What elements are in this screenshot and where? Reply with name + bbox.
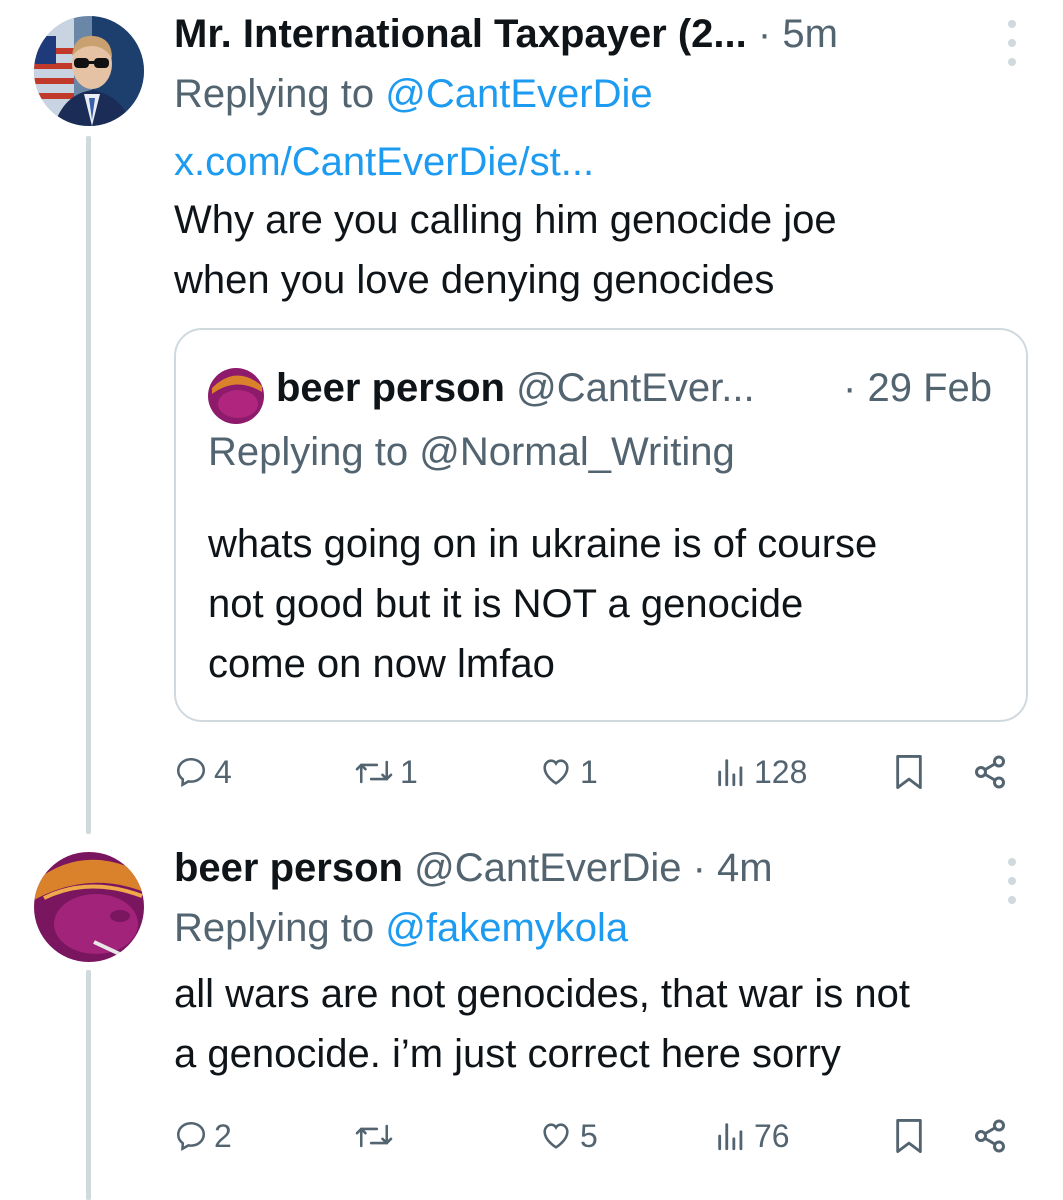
quoted-handle: @CantEver... <box>516 366 755 410</box>
tweet-header: beer person @CantEverDie · 4m <box>174 844 1023 892</box>
like-count: 1 <box>580 753 598 790</box>
quoted-text-line: come on now lmfao <box>208 642 555 686</box>
share-icon <box>975 1119 1005 1153</box>
bookmark-icon <box>896 1118 922 1153</box>
tweet-actions: 2 5 76 <box>174 1108 1034 1164</box>
bookmark-button[interactable] <box>892 744 926 800</box>
repost-button[interactable] <box>354 1108 400 1164</box>
replying-to: Replying to @fakemykola <box>174 904 1023 952</box>
reply-icon <box>176 1121 206 1152</box>
timestamp[interactable]: · 5m <box>758 12 838 56</box>
reply-count: 4 <box>214 753 232 790</box>
reply-button[interactable]: 2 <box>174 1108 232 1164</box>
repost-button[interactable]: 1 <box>354 744 418 800</box>
tweet-text-line: a genocide. i’m just correct here sorry <box>174 1032 841 1076</box>
tweet-text: Why are you calling him genocide joe whe… <box>174 190 1023 310</box>
quoted-text: whats going on in ukraine is of course n… <box>208 514 877 694</box>
repost-icon <box>355 760 393 784</box>
tweet-text-line: when you love denying genocides <box>174 258 775 302</box>
author-name[interactable]: beer person <box>174 846 403 890</box>
bookmark-icon <box>896 755 922 789</box>
quoted-replying-to: Replying to @Normal_Writing <box>208 428 735 476</box>
repost-count: 1 <box>400 753 418 790</box>
views-count: 128 <box>754 753 808 790</box>
tweet-text: all wars are not genocides, that war is … <box>174 964 1023 1084</box>
reply-button[interactable]: 4 <box>174 744 232 800</box>
tweet-actions: 4 1 1 128 <box>174 744 1034 800</box>
avatar-mr-international-taxpayer[interactable] <box>34 16 144 126</box>
quoted-replying-to-handle: @Normal_Writing <box>419 430 735 474</box>
replying-to: Replying to @CantEverDie <box>174 70 1023 118</box>
share-button[interactable] <box>972 744 1008 800</box>
bookmark-button[interactable] <box>892 1108 926 1164</box>
quoted-header: beer person @CantEver... <box>276 364 755 412</box>
views-icon <box>718 759 743 787</box>
reply-count: 2 <box>214 1117 232 1154</box>
tweet-2[interactable]: beer person @CantEverDie · 4m Replying t… <box>0 838 1063 1200</box>
quoted-avatar <box>208 368 264 424</box>
avatar-beer-person[interactable] <box>34 852 144 962</box>
like-icon <box>543 759 569 785</box>
like-count: 5 <box>580 1117 598 1154</box>
like-icon <box>543 1123 569 1149</box>
tweet-link[interactable]: x.com/CantEverDie/st... <box>174 138 1023 186</box>
views-icon <box>718 1123 743 1151</box>
like-button[interactable]: 5 <box>538 1108 598 1164</box>
quoted-text-line: whats going on in ukraine is of course <box>208 522 878 566</box>
more-options-button[interactable] <box>1005 858 1019 904</box>
repost-icon <box>355 1124 393 1148</box>
share-button[interactable] <box>972 1108 1008 1164</box>
tweet-text-line: all wars are not genocides, that war is … <box>174 972 910 1016</box>
more-options-button[interactable] <box>1005 20 1019 66</box>
quoted-text-line: not good but it is NOT a genocide <box>208 582 804 626</box>
quoted-tweet[interactable]: beer person @CantEver... · 29 Feb Replyi… <box>174 328 1028 722</box>
replying-to-handle[interactable]: @CantEverDie <box>385 72 652 116</box>
timestamp[interactable]: · 4m <box>693 846 773 890</box>
author-name[interactable]: Mr. International Taxpayer (2... <box>174 12 747 56</box>
replying-to-prefix: Replying to <box>174 72 386 116</box>
tweet-1[interactable]: Mr. International Taxpayer (2... · 5m Re… <box>0 0 1063 830</box>
views-button[interactable]: 128 <box>714 744 807 800</box>
tweet-header: Mr. International Taxpayer (2... · 5m <box>174 10 1023 58</box>
author-handle[interactable]: @CantEverDie <box>414 846 681 890</box>
avatar-image <box>34 16 144 126</box>
replying-to-prefix: Replying to <box>174 906 386 950</box>
avatar-image <box>34 852 144 962</box>
quoted-replying-to-prefix: Replying to <box>208 430 420 474</box>
quoted-timestamp: · 29 Feb <box>843 366 992 410</box>
views-button[interactable]: 76 <box>714 1108 790 1164</box>
share-icon <box>975 755 1005 789</box>
like-button[interactable]: 1 <box>538 744 598 800</box>
tweet-text-line: Why are you calling him genocide joe <box>174 198 837 242</box>
reply-icon <box>176 757 206 788</box>
views-count: 76 <box>754 1117 790 1154</box>
quoted-author-name: beer person <box>276 366 505 410</box>
replying-to-handle[interactable]: @fakemykola <box>385 906 628 950</box>
